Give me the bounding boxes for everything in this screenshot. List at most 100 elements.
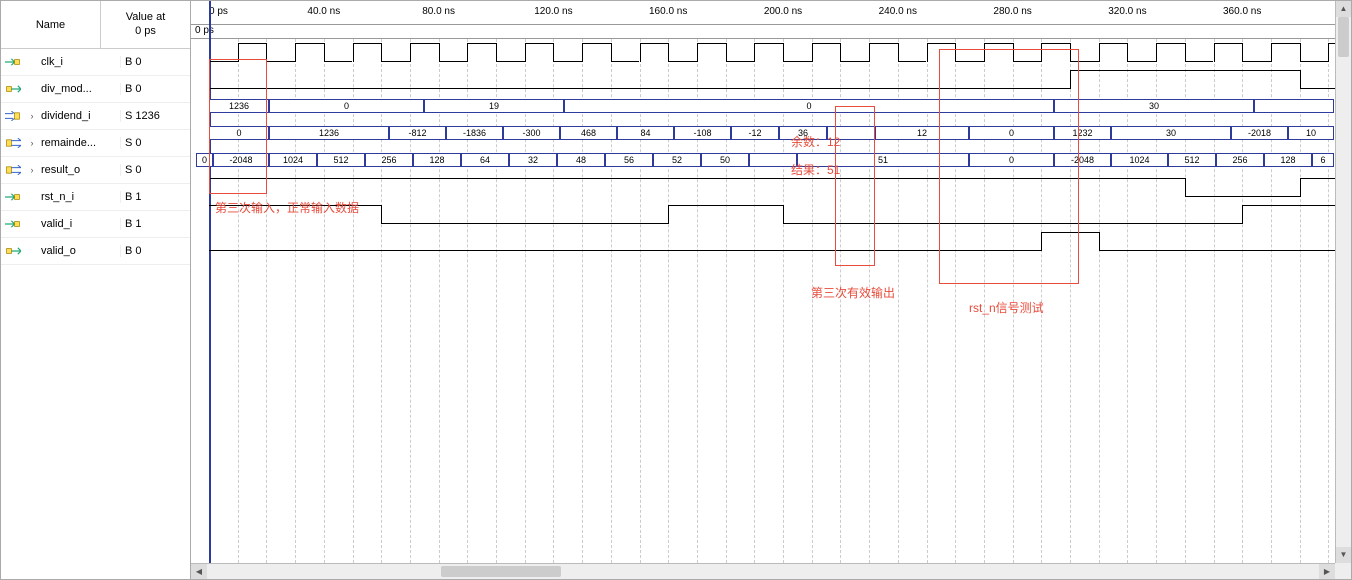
horizontal-scrollbar[interactable]: ◀ ▶ [191, 563, 1335, 579]
bus-segment: 1236 [209, 99, 269, 113]
ruler-tick: 120.0 ns [534, 6, 572, 17]
in-icon [1, 192, 25, 202]
bus-segment: 0 [564, 99, 1054, 113]
signal-panel: Name Value at 0 ps clk_iB 0div_mod...B 0… [1, 1, 191, 579]
vertical-scrollbar[interactable]: ▲ ▼ [1335, 1, 1351, 563]
signal-row-dividend_i[interactable]: ›dividend_iS 1236 [1, 103, 190, 130]
signal-row-remainde[interactable]: ›remainde...S 0 [1, 130, 190, 157]
cursor-time: 0 ps [191, 25, 1335, 39]
bus-segment: 1024 [1111, 153, 1168, 167]
signal-name: div_mod... [39, 83, 120, 95]
out-icon [1, 246, 25, 256]
bus-segment: -12 [731, 126, 779, 140]
bus-segment: 30 [1054, 99, 1254, 113]
bus-segment: 0 [969, 153, 1054, 167]
name-column-header[interactable]: Name [1, 1, 101, 48]
bus-segment: -1836 [446, 126, 503, 140]
ruler-tick: 160.0 ns [649, 6, 687, 17]
wave-result: 0-20481024512256128643248565250510-20481… [191, 147, 1335, 174]
signal-header: Name Value at 0 ps [1, 1, 190, 49]
bus-segment: 468 [560, 126, 617, 140]
scroll-corner [1335, 563, 1351, 579]
out-bus-icon [1, 138, 25, 148]
signal-name: dividend_i [39, 110, 120, 122]
ruler-tick: 200.0 ns [764, 6, 802, 17]
bus-segment: -108 [674, 126, 731, 140]
hscroll-thumb[interactable] [441, 566, 561, 577]
signal-name: result_o [39, 164, 120, 176]
bus-segment: 0 [969, 126, 1054, 140]
bus-segment: 6 [1312, 153, 1334, 167]
bus-segment: -2048 [1054, 153, 1111, 167]
bus-segment: -2018 [1231, 126, 1288, 140]
in-bus-icon [1, 111, 25, 121]
ruler-tick: 80.0 ns [422, 6, 455, 17]
bus-segment: 50 [701, 153, 749, 167]
signal-list: clk_iB 0div_mod...B 0›dividend_iS 1236›r… [1, 49, 190, 265]
bus-segment: 1232 [1054, 126, 1111, 140]
wave-dividend: 1236019030 [191, 93, 1335, 120]
out-icon [1, 84, 25, 94]
ruler-tick: 240.0 ns [879, 6, 917, 17]
scroll-up-button[interactable]: ▲ [1336, 1, 1351, 17]
bus-segment: 10 [1288, 126, 1334, 140]
signal-value: S 0 [120, 137, 190, 149]
signal-name: remainde... [39, 137, 120, 149]
annotation-label-rst: rst_n信号测试 [969, 299, 1044, 316]
waveform-area[interactable]: 0 ps 40.0 ns 80.0 ns 120.0 ns 160.0 ns 200.0 … [191, 1, 1335, 563]
bus-segment [1254, 99, 1334, 113]
wave-validi [191, 201, 1335, 228]
expand-icon[interactable]: › [25, 138, 39, 148]
ruler-tick: 0 ps [209, 6, 228, 17]
wave-clk [191, 39, 1335, 66]
bus-segment: 128 [1264, 153, 1312, 167]
signal-value: S 1236 [120, 110, 190, 122]
bus-segment: -300 [503, 126, 560, 140]
annotation-label-output: 第三次有效输出 [811, 284, 895, 301]
signal-name: rst_n_i [39, 191, 120, 203]
in-icon [1, 219, 25, 229]
signal-value: B 1 [120, 191, 190, 203]
signal-row-valid_o[interactable]: valid_oB 0 [1, 238, 190, 265]
bus-segment: 56 [605, 153, 653, 167]
expand-icon[interactable]: › [25, 111, 39, 121]
bus-segment: 0 [269, 99, 424, 113]
scroll-right-button[interactable]: ▶ [1319, 564, 1335, 579]
signal-value: B 0 [120, 83, 190, 95]
wave-remainder: 01236-812-1836-30046884-108-123612012323… [191, 120, 1335, 147]
bus-segment: 0 [196, 153, 213, 167]
scroll-left-button[interactable]: ◀ [191, 564, 207, 579]
scroll-down-button[interactable]: ▼ [1336, 547, 1351, 563]
time-ruler[interactable]: 0 ps 40.0 ns 80.0 ns 120.0 ns 160.0 ns 200.0 … [191, 1, 1335, 25]
bus-segment: 32 [509, 153, 557, 167]
signal-row-valid_i[interactable]: valid_iB 1 [1, 211, 190, 238]
ruler-tick: 40.0 ns [307, 6, 340, 17]
bus-segment: 84 [617, 126, 674, 140]
annotation-result: 结果：51 [791, 161, 840, 178]
bus-segment [749, 153, 797, 167]
expand-icon[interactable]: › [25, 165, 39, 175]
wave-rows[interactable]: 123601903001236-812-1836-30046884-108-12… [191, 39, 1335, 563]
signal-value: B 1 [120, 218, 190, 230]
signal-row-clk_i[interactable]: clk_iB 0 [1, 49, 190, 76]
signal-value: B 0 [120, 56, 190, 68]
bus-segment: 64 [461, 153, 509, 167]
wave-rstn [191, 174, 1335, 201]
value-column-header[interactable]: Value at 0 ps [101, 1, 190, 48]
signal-row-rst_n_i[interactable]: rst_n_iB 1 [1, 184, 190, 211]
vscroll-thumb[interactable] [1338, 17, 1349, 57]
bus-segment: 512 [317, 153, 365, 167]
bus-segment: 1024 [269, 153, 317, 167]
wave-divmod [191, 66, 1335, 93]
bus-segment: 1236 [269, 126, 389, 140]
bus-segment: -2048 [213, 153, 269, 167]
bus-segment: -812 [389, 126, 446, 140]
signal-name: valid_i [39, 218, 120, 230]
signal-name: valid_o [39, 245, 120, 257]
signal-row-div_mod[interactable]: div_mod...B 0 [1, 76, 190, 103]
signal-row-result_o[interactable]: ›result_oS 0 [1, 157, 190, 184]
ruler-tick: 280.0 ns [993, 6, 1031, 17]
annotation-remainder: 余数：12 [791, 133, 840, 150]
bus-segment: 0 [209, 126, 269, 140]
bus-segment: 128 [413, 153, 461, 167]
